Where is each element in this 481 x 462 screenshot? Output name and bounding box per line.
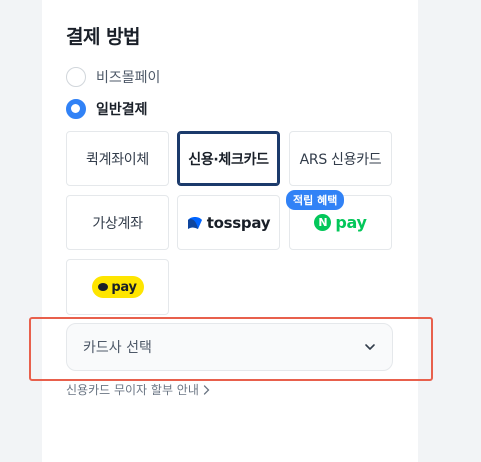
method-kakao-pay[interactable]: pay bbox=[66, 259, 169, 315]
naver-n-icon: N bbox=[314, 214, 332, 231]
method-virtual-account-label: 가상계좌 bbox=[92, 215, 143, 232]
reward-badge: 적립 혜택 bbox=[286, 190, 345, 210]
method-ars-card-label: ARS 신용카드 bbox=[299, 151, 382, 168]
method-quick-transfer-label: 퀵계좌이체 bbox=[86, 151, 149, 168]
chevron-right-icon bbox=[203, 384, 210, 395]
method-credit-card[interactable]: 신용·체크카드 bbox=[177, 131, 280, 186]
radio-general-payment[interactable]: 일반결제 bbox=[66, 98, 148, 120]
method-toss-pay[interactable]: tosspay bbox=[177, 195, 280, 250]
toss-pay-logo: tosspay bbox=[187, 213, 271, 232]
installment-info-text: 신용카드 무이자 할부 안내 bbox=[66, 383, 199, 397]
section-title: 결제 방법 bbox=[66, 26, 141, 48]
kakao-bubble-icon bbox=[98, 283, 109, 291]
toss-icon bbox=[187, 216, 202, 229]
naver-pay-text: pay bbox=[335, 213, 367, 232]
radio-label-general-payment: 일반결제 bbox=[96, 102, 148, 118]
kakao-pay-logo: pay bbox=[91, 276, 144, 298]
radio-button-checked[interactable] bbox=[66, 99, 86, 119]
method-quick-transfer[interactable]: 퀵계좌이체 bbox=[66, 131, 169, 186]
installment-info-link[interactable]: 신용카드 무이자 할부 안내 bbox=[66, 381, 210, 398]
method-virtual-account[interactable]: 가상계좌 bbox=[66, 195, 169, 250]
radio-bizmall-pay[interactable]: 비즈몰페이 bbox=[66, 66, 160, 88]
method-ars-card[interactable]: ARS 신용카드 bbox=[289, 131, 392, 186]
kakao-pay-text: pay bbox=[111, 279, 137, 295]
method-credit-card-label: 신용·체크카드 bbox=[188, 151, 269, 168]
radio-button-unchecked[interactable] bbox=[66, 67, 86, 87]
highlight-box bbox=[29, 317, 433, 381]
toss-pay-text: tosspay bbox=[206, 213, 271, 232]
naver-pay-logo: N pay bbox=[314, 213, 367, 232]
radio-label-bizmall-pay: 비즈몰페이 bbox=[96, 70, 161, 86]
